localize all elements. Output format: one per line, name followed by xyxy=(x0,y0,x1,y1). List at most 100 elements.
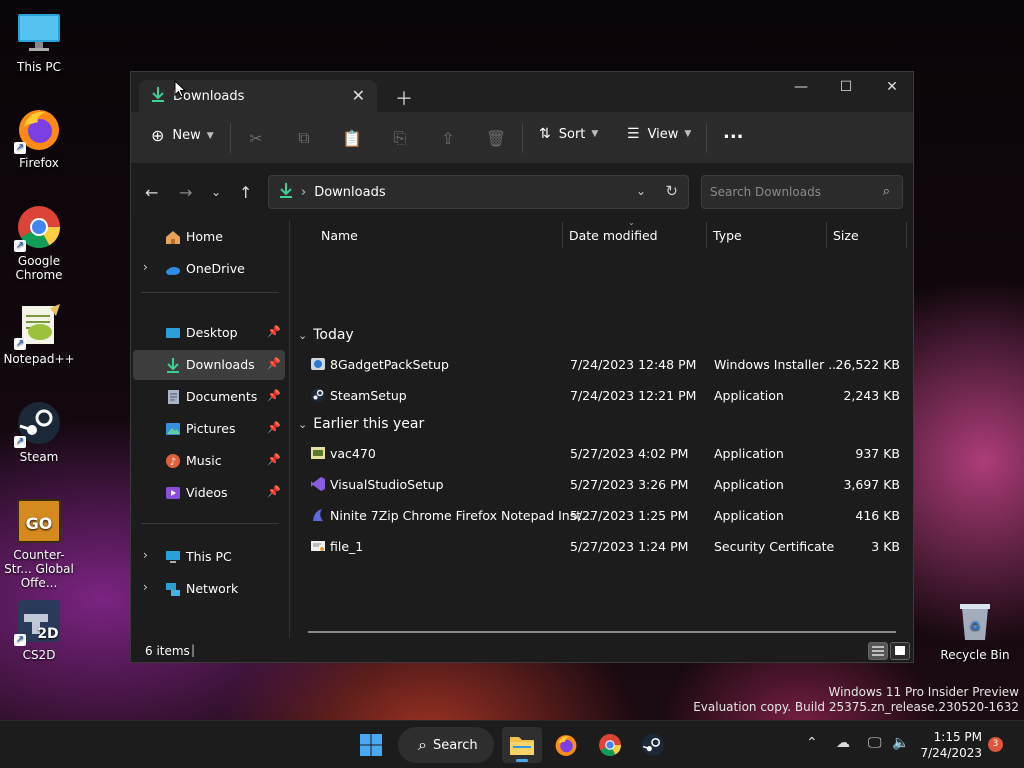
breadcrumb-downloads[interactable]: Downloads xyxy=(314,185,385,200)
network-icon[interactable]: 🖵 xyxy=(868,735,882,751)
sidebar-item-onedrive[interactable]: › OneDrive xyxy=(133,254,285,284)
sidebar-item-music[interactable]: ♪ Music 📌 xyxy=(133,446,285,476)
pin-icon: 📌 xyxy=(267,485,281,498)
sort-icon: ⇅ xyxy=(539,126,551,142)
file-size: 416 KB xyxy=(855,508,900,523)
sidebar-item-documents[interactable]: Documents 📌 xyxy=(133,382,285,412)
file-size: 3,697 KB xyxy=(843,477,900,492)
taskbar-file-explorer[interactable] xyxy=(502,727,542,763)
download-icon xyxy=(151,86,165,106)
sort-button[interactable]: ⇅ Sort ▼ xyxy=(539,126,598,142)
close-tab-icon[interactable]: ✕ xyxy=(352,86,365,105)
column-divider[interactable] xyxy=(706,222,707,248)
chrome-icon xyxy=(599,734,621,756)
pin-icon: 📌 xyxy=(267,389,281,402)
notification-badge[interactable]: 3 xyxy=(988,737,1003,752)
desktop-icon-firefox[interactable]: ↗ Firefox xyxy=(4,106,74,170)
taskbar-chrome[interactable] xyxy=(590,727,630,763)
svg-text:2D: 2D xyxy=(37,626,58,642)
desktop-icon-notepadpp[interactable]: ↗ Notepad++ xyxy=(3,302,75,366)
sidebar-item-desktop[interactable]: Desktop 📌 xyxy=(133,318,285,348)
file-type: Windows Installer ... xyxy=(714,357,841,372)
address-dropdown-icon[interactable]: ⌄ xyxy=(636,184,646,198)
tiles-view-button[interactable] xyxy=(890,642,910,660)
file-row[interactable]: file_1 5/27/2023 1:24 PM Security Certif… xyxy=(300,531,900,561)
clock[interactable]: 1:15 PM 7/24/2023 xyxy=(898,729,982,761)
sidebar-item-this-pc[interactable]: › This PC xyxy=(133,542,285,572)
sidebar-item-videos[interactable]: Videos 📌 xyxy=(133,478,285,508)
search-icon[interactable]: ⌕ xyxy=(883,184,890,199)
show-hidden-icons-chevron-icon[interactable]: ⌃ xyxy=(806,735,818,751)
desktop-icon-cs2d[interactable]: 2D ↗ CS2D xyxy=(4,598,74,662)
file-size: 2,243 KB xyxy=(843,388,900,403)
taskbar-search-button[interactable]: ⌕ Search xyxy=(398,727,494,763)
paste-icon[interactable]: 📋 xyxy=(341,127,363,149)
file-row[interactable]: vac470 5/27/2023 4:02 PM Application 937… xyxy=(300,438,900,468)
chevron-down-icon: ⌄ xyxy=(298,328,308,342)
new-button[interactable]: ⊕ New ▼ xyxy=(151,126,214,145)
rename-icon[interactable]: ⎘ xyxy=(389,127,411,149)
more-options-button[interactable]: ... xyxy=(723,122,744,143)
chevron-right-icon[interactable]: › xyxy=(143,548,148,562)
desktop-icon-label: This PC xyxy=(17,60,61,74)
file-type: Application xyxy=(714,508,784,523)
minimize-button[interactable]: — xyxy=(778,72,824,102)
new-tab-button[interactable]: ＋ xyxy=(395,85,413,111)
desktop-icon-recycle-bin[interactable]: ♻ Recycle Bin xyxy=(940,598,1010,662)
file-row[interactable]: Ninite 7Zip Chrome Firefox Notepad Inst.… xyxy=(300,500,900,530)
desktop-icon-steam[interactable]: ↗ Steam xyxy=(4,400,74,464)
back-arrow-icon[interactable]: ← xyxy=(145,183,158,202)
sidebar-item-network[interactable]: › Network xyxy=(133,574,285,604)
up-arrow-icon[interactable]: ↑ xyxy=(239,183,252,202)
delete-icon[interactable]: 🗑 xyxy=(485,127,507,149)
maximize-button[interactable]: ☐ xyxy=(823,72,869,102)
csgo-icon: GO xyxy=(16,498,62,544)
horizontal-scrollbar[interactable] xyxy=(308,631,896,633)
view-button[interactable]: ☰ View ▼ xyxy=(627,126,691,142)
details-view-button[interactable] xyxy=(868,642,888,660)
desktop-icon-label: Steam xyxy=(19,450,59,464)
sidebar-item-downloads[interactable]: Downloads 📌 xyxy=(133,350,285,380)
desktop-icon-this-pc[interactable]: This PC xyxy=(4,10,74,74)
desktop-icon-chrome[interactable]: ↗ Google Chrome xyxy=(4,204,74,282)
desktop-icon-label: Firefox xyxy=(19,156,59,170)
taskbar-firefox[interactable] xyxy=(546,727,586,763)
desktop-icon-label: Counter-Str... Global Offe... xyxy=(4,548,74,590)
pin-icon: 📌 xyxy=(267,357,281,370)
onedrive-cloud-icon[interactable]: ☁ xyxy=(836,735,850,751)
file-row[interactable]: VisualStudioSetup 5/27/2023 3:26 PM Appl… xyxy=(300,469,900,499)
group-header-earlier-this-year[interactable]: ⌄ Earlier this year xyxy=(298,416,424,432)
column-divider[interactable] xyxy=(826,222,827,248)
status-bar: 6 items | xyxy=(131,638,913,664)
column-header-date[interactable]: Date modified xyxy=(569,228,658,243)
chevron-right-icon[interactable]: › xyxy=(143,580,148,594)
sidebar-divider xyxy=(141,292,279,293)
start-button[interactable] xyxy=(351,727,391,763)
close-window-button[interactable]: ✕ xyxy=(869,72,915,102)
sidebar-item-home[interactable]: Home xyxy=(133,222,285,252)
column-divider[interactable] xyxy=(562,222,563,248)
group-header-today[interactable]: ⌄ Today xyxy=(298,327,354,343)
file-row[interactable]: 8GadgetPackSetup 7/24/2023 12:48 PM Wind… xyxy=(300,349,900,379)
address-bar[interactable]: › Downloads ⌄ ↻ xyxy=(268,175,689,209)
taskbar-steam[interactable] xyxy=(633,727,673,763)
sidebar-item-pictures[interactable]: Pictures 📌 xyxy=(133,414,285,444)
column-header-size[interactable]: Size xyxy=(833,228,859,243)
copy-icon[interactable]: ⧉ xyxy=(293,127,315,149)
column-divider[interactable] xyxy=(906,222,907,248)
share-icon[interactable]: ⇪ xyxy=(437,127,459,149)
column-header-name[interactable]: Name xyxy=(321,228,358,243)
forward-arrow-icon[interactable]: → xyxy=(179,183,192,202)
notepadpp-icon: ↗ xyxy=(14,302,62,350)
recent-locations-chevron-icon[interactable]: ⌄ xyxy=(211,185,221,199)
chevron-right-icon[interactable]: › xyxy=(143,260,148,274)
column-header-type[interactable]: Type xyxy=(713,228,742,243)
file-row[interactable]: SteamSetup 7/24/2023 12:21 PM Applicatio… xyxy=(300,380,900,410)
desktop-icon-label: CS2D xyxy=(22,648,56,662)
desktop-icon-csgo[interactable]: GO Counter-Str... Global Offe... xyxy=(4,498,74,590)
cloud-icon xyxy=(165,261,181,277)
search-input[interactable] xyxy=(710,185,870,199)
refresh-icon[interactable]: ↻ xyxy=(665,182,678,200)
search-box[interactable]: ⌕ xyxy=(701,175,903,209)
cut-icon[interactable]: ✂ xyxy=(245,127,267,149)
